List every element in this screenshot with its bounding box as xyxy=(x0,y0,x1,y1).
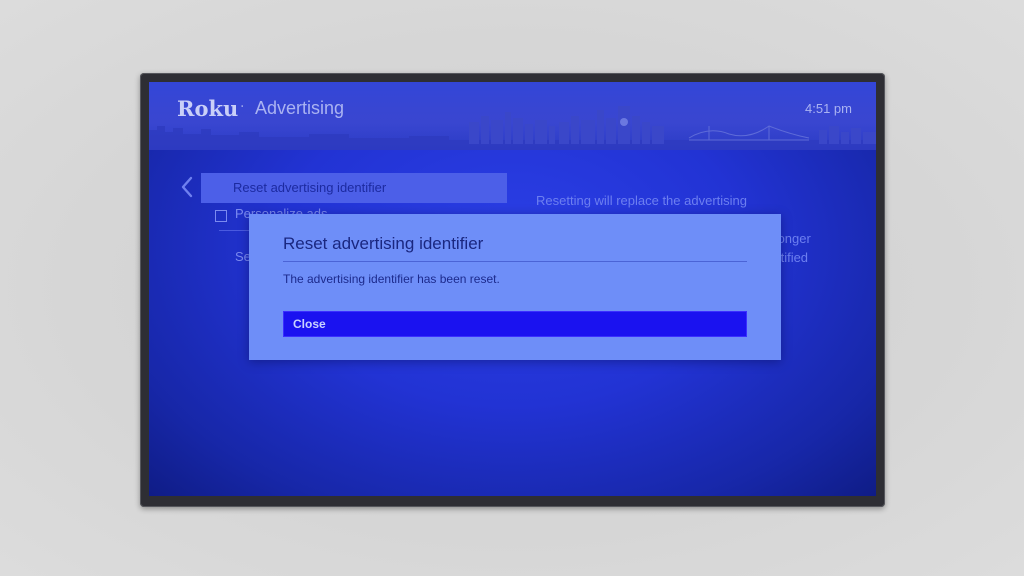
menu-item-label: Reset advertising identifier xyxy=(233,180,387,195)
title-separator: · xyxy=(240,99,245,115)
close-button-label: Close xyxy=(293,317,326,331)
roku-logo: Roku xyxy=(177,96,239,121)
clock: 4:51 pm xyxy=(805,101,852,116)
dialog-title: Reset advertising identifier xyxy=(283,234,484,253)
dialog-message: The advertising identifier has been rese… xyxy=(283,272,500,286)
dialog-divider xyxy=(283,261,747,262)
menu-item-reset-identifier[interactable]: Reset advertising identifier xyxy=(201,173,507,203)
page-title: Advertising xyxy=(255,98,345,118)
close-button[interactable]: Close xyxy=(283,311,747,337)
description-line: Resetting will replace the advertising xyxy=(536,193,747,208)
checkbox-icon[interactable] xyxy=(215,210,227,222)
header-bar: Roku · Advertising 4:51 pm xyxy=(149,82,876,150)
chevron-left-icon[interactable] xyxy=(179,176,195,198)
tv-screen: Roku · Advertising 4:51 pm Reset adverti… xyxy=(149,82,876,496)
reset-dialog: Reset advertising identifier The adverti… xyxy=(249,214,781,360)
